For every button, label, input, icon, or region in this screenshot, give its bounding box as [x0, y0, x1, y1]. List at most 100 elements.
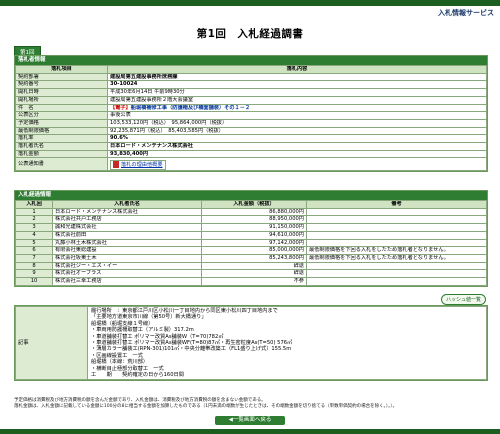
bid-note: [306, 223, 487, 232]
page-title: 第1回 入札経過調書: [196, 28, 304, 40]
bid-note: 最低制限価格を下回る入札をしたため落札者となりません。: [306, 246, 487, 255]
row-no: 3: [15, 223, 53, 232]
bidder-name: 株式会社三幸工務店: [52, 277, 202, 286]
memo-label: 記事: [15, 305, 88, 381]
bid-note: [306, 261, 487, 271]
row-label: 落札率: [15, 134, 108, 144]
footnote-2: 落札金額は、入札金額に記載している金額に100分の8に相当する金額を加算したもの…: [14, 404, 398, 409]
row-label: 最低制限価格: [15, 126, 108, 136]
bid-note: [306, 215, 487, 225]
row-label: 件 名: [15, 103, 108, 113]
bid-note: 最低制限価格を下回る入札をしたため落札者となりません。: [306, 253, 487, 263]
bidder-name: 株式会社共戸工務店: [52, 215, 202, 225]
publication-type: 事後公表: [107, 111, 487, 120]
bidder-name: 日本ロード・メンテナンス株式会社: [52, 207, 202, 217]
pdf-icon: [113, 161, 119, 169]
row-no: 9: [15, 269, 53, 279]
bid-note: [306, 207, 487, 217]
back-to-list-button[interactable]: ◀一覧画面へ戻る: [215, 416, 285, 425]
row-no: 7: [15, 253, 53, 263]
row-label: 開札日時: [15, 88, 108, 97]
winner-name: 日本ロード・メンテナンス株式会社: [107, 142, 487, 151]
row-label: 契約番号: [15, 80, 108, 90]
table-row: 2 株式会社共戸工務店 88,950,000円: [15, 215, 487, 225]
opening-place: 建設局第五建設事務所２階大会議室: [107, 95, 487, 105]
memo-section: 記事 履行場所 ：東京都江戸川区小松川一丁目地内から同区東小松川四丁目地内まで …: [14, 305, 488, 382]
table-row: 5 丸藤小林土木株式会社 97,142,000円: [15, 238, 487, 248]
project-name: 船堀橋補修工事（防護柵及び橋面舗装）その１－２: [130, 104, 251, 111]
bid-progress-section: 入札経過情報 入札回 入札者氏名 入札金額（税抜） 備考 1 日本ロード・メンテナ…: [14, 190, 488, 287]
bidder-name: 株式会社前田: [52, 230, 202, 240]
pdf-link[interactable]: 落札の理由他概要: [121, 162, 163, 168]
footnotes: 予定価格は消費税及び地方消費税の額を含んだ金額であり、入札金額は、消費税及び地方…: [14, 398, 486, 410]
col-bidder: 入札者氏名: [52, 200, 202, 209]
bid-amount: 97,142,000円: [201, 238, 307, 248]
bid-amount: 88,950,000円: [201, 215, 307, 225]
bidder-name: 有限会社東総建設: [52, 246, 202, 255]
row-label: 開札場所: [15, 95, 108, 105]
row-no: 1: [15, 207, 53, 217]
row-label: 落札金額: [15, 149, 108, 159]
bid-note: [306, 238, 487, 248]
table-row: 7 株式会社坂東土木 85,243,800円 最低制限価格を下回る入札をしたため落札者…: [15, 253, 487, 263]
col-note: 備考: [306, 200, 487, 209]
bid-info-header: 落札者情報: [15, 56, 487, 65]
row-no: 5: [15, 238, 53, 248]
bid-amount: 85,243,800円: [201, 253, 307, 263]
row-no: 6: [15, 246, 53, 255]
col-item: 落札項目: [15, 65, 108, 74]
memo-body: 履行場所 ：東京都江戸川区小松川一丁目地内から同区東小松川四丁目地内まで 「主要…: [87, 305, 487, 381]
bid-amount: 91,150,000円: [201, 223, 307, 232]
table-row: 3 誠和光建株式会社 91,150,000円: [15, 223, 487, 232]
bidder-name: 誠和光建株式会社: [52, 223, 202, 232]
table-row: 10 株式会社三幸工務店 不参: [15, 277, 487, 286]
bid-amount: 不参: [201, 277, 307, 286]
row-label: 契約部署: [15, 72, 108, 82]
bid-amount: 辞退: [201, 269, 307, 279]
service-name[interactable]: 入札情報サービス: [438, 8, 494, 18]
row-no: 8: [15, 261, 53, 271]
award-rate: 90.6%: [107, 134, 487, 144]
row-no: 4: [15, 230, 53, 240]
bid-amount: 85,000,000円: [201, 246, 307, 255]
table-row: 4 株式会社前田 94,610,000円: [15, 230, 487, 240]
col-amount: 入札金額（税抜）: [201, 200, 307, 209]
bid-info-table: 落札項目 落札内容 契約部署 建設局第五建設事務所庶務課 契約番号 30-10024…: [15, 65, 487, 172]
bid-amount: 86,880,000円: [201, 207, 307, 217]
table-row: 6 有限会社東総建設 85,000,000円 最低制限価格を下回る入札をしたため落札者…: [15, 246, 487, 255]
pdf-link-box[interactable]: 落札の理由他概要: [110, 160, 166, 170]
col-round: 入札回: [15, 200, 53, 209]
row-no: 10: [15, 277, 53, 286]
electronic-tag: 【電子】: [110, 104, 131, 111]
bidder-name: 株式会社オーブラス: [52, 269, 202, 279]
row-label: 公表区分: [15, 111, 108, 120]
bid-amount: 辞退: [201, 261, 307, 271]
top-bar: [0, 0, 500, 6]
memo-line: 工 期 契約確定の日から160日間: [91, 372, 184, 379]
table-row: 1 日本ロード・メンテナンス株式会社 86,880,000円: [15, 207, 487, 217]
contract-dept: 建設局第五建設事務所庶務課: [107, 72, 487, 82]
col-content: 落札内容: [107, 65, 487, 74]
bidder-name: 株式会社ジー・エス・イー: [52, 261, 202, 271]
row-label: 公表通知書: [15, 157, 108, 172]
hash-list-button[interactable]: ハッシュ値一覧: [440, 294, 486, 305]
bid-info-section: 落札者情報 落札項目 落札内容 契約部署 建設局第五建設事務所庶務課 契約番号 30…: [14, 55, 488, 173]
contract-number: 30-10024: [107, 80, 487, 90]
bid-amount: 94,610,000円: [201, 230, 307, 240]
bid-note: [306, 269, 487, 279]
planned-price: 103,533,120円（税込） 95,864,000円（税抜）: [107, 118, 487, 128]
opening-datetime: 平成30年6月14日 午前9時30分: [107, 88, 487, 97]
minimum-price: 92,235,871円（税込） 85,403,585円（税抜）: [107, 126, 487, 136]
award-amount: 93,830,400円: [107, 149, 487, 159]
row-label: 予定価格: [15, 118, 108, 128]
row-label: 落札者氏名: [15, 142, 108, 151]
table-row: 9 株式会社オーブラス 辞退: [15, 269, 487, 279]
bid-progress-table: 入札回 入札者氏名 入札金額（税抜） 備考 1 日本ロード・メンテナンス株式会社 8…: [15, 200, 487, 286]
bid-note: [306, 277, 487, 286]
table-row: 8 株式会社ジー・エス・イー 辞退: [15, 261, 487, 271]
bidder-name: 丸藤小林土木株式会社: [52, 238, 202, 248]
memo-table: 記事 履行場所 ：東京都江戸川区小松川一丁目地内から同区東小松川四丁目地内まで …: [15, 305, 487, 381]
bottom-bar: [0, 429, 500, 434]
row-no: 2: [15, 215, 53, 225]
bid-progress-header: 入札経過情報: [15, 191, 487, 200]
